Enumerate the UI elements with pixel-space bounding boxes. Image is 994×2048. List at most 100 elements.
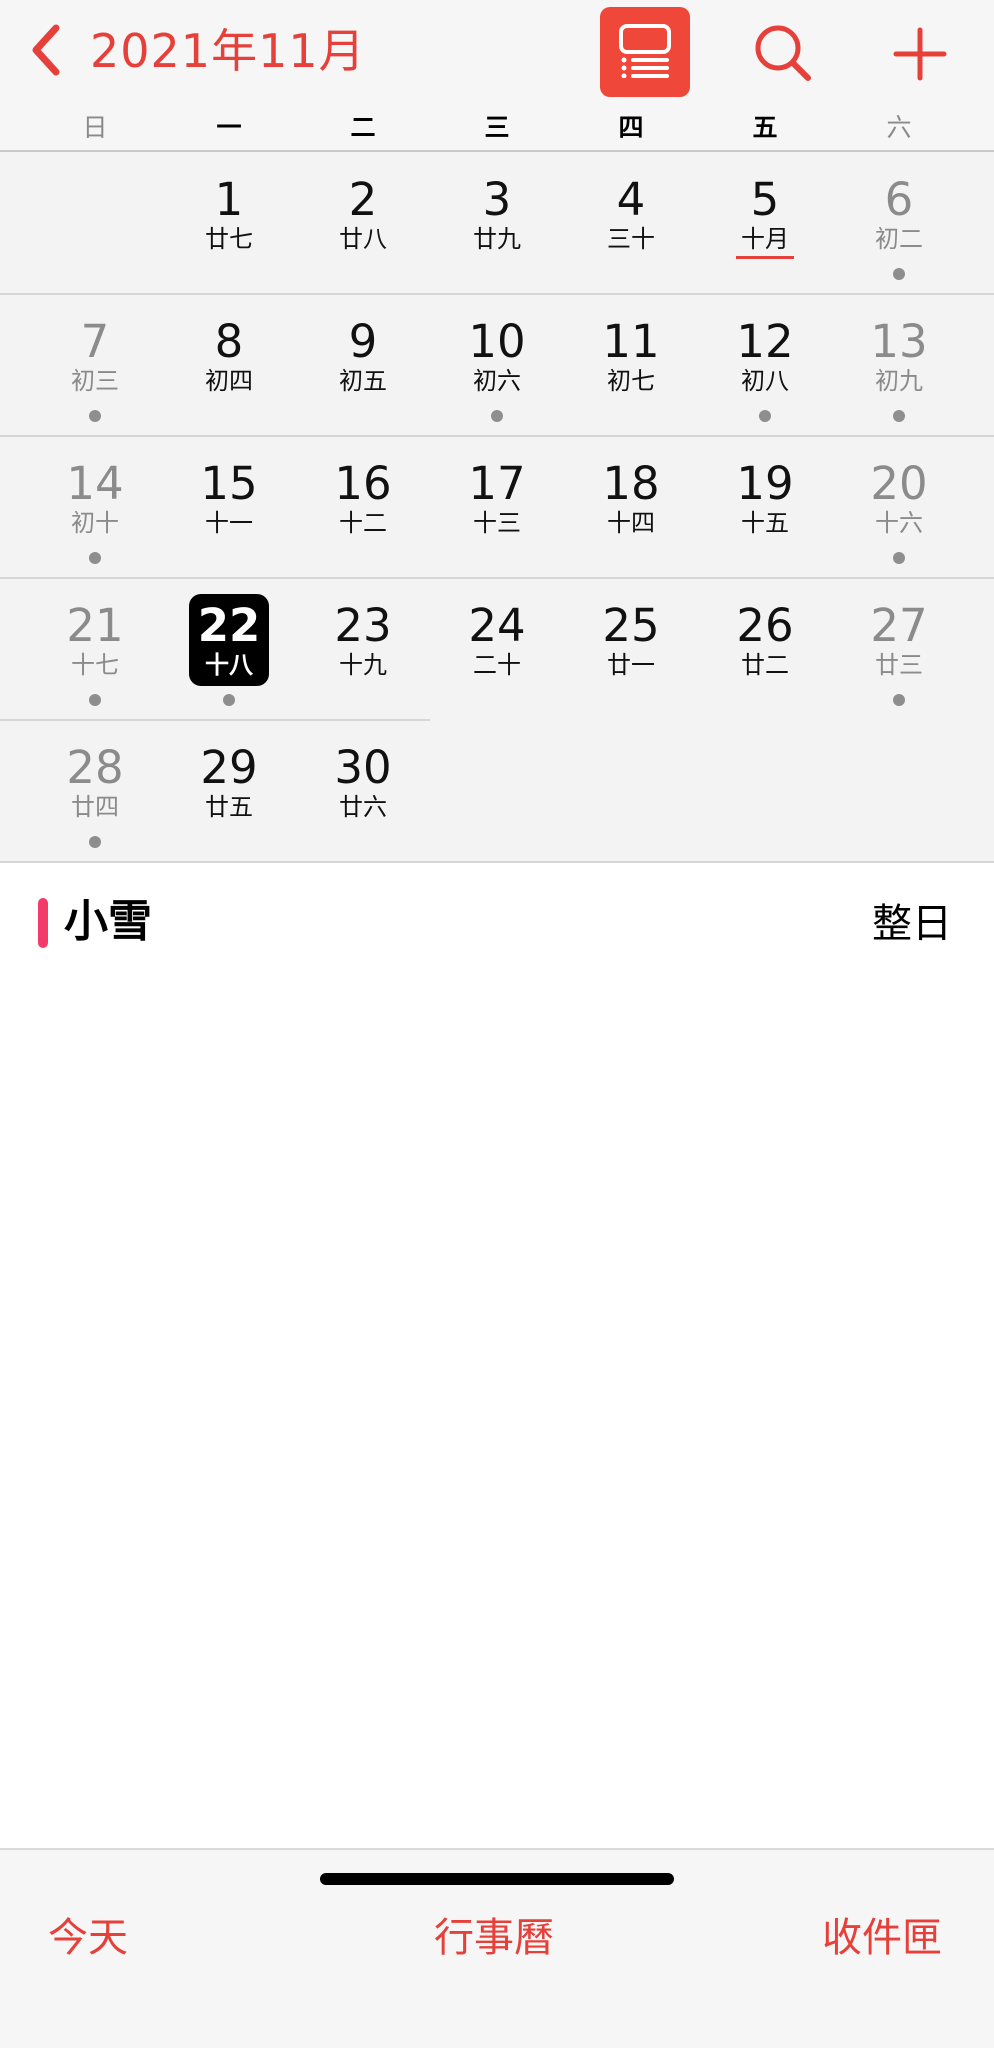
event-dot — [89, 552, 101, 564]
list-view-icon — [615, 22, 675, 82]
day-number: 11 — [602, 315, 660, 368]
add-event-button[interactable] — [884, 18, 956, 90]
home-indicator[interactable] — [320, 1873, 674, 1885]
lunar-date: 廿八 — [339, 225, 387, 253]
weekday-label: 三 — [484, 113, 510, 142]
weekday-label: 日 — [82, 113, 108, 142]
day-cell[interactable]: 5 十月 — [698, 152, 832, 294]
day-cell[interactable]: 4 三十 — [564, 152, 698, 294]
lunar-date: 初九 — [875, 367, 923, 395]
row-divider — [0, 861, 994, 863]
day-number: 25 — [602, 599, 660, 652]
day-number: 23 — [334, 599, 392, 652]
lunar-date: 十七 — [71, 651, 119, 679]
day-number: 9 — [348, 315, 378, 368]
day-number: 18 — [602, 457, 660, 510]
event-item[interactable]: 小雪 整日 — [0, 880, 994, 964]
day-cell[interactable]: 2 廿八 — [296, 152, 430, 294]
lunar-date: 廿九 — [473, 225, 521, 253]
day-cell[interactable]: 7 初三 — [28, 294, 162, 436]
day-cell[interactable]: 1 廿七 — [162, 152, 296, 294]
day-number: 14 — [66, 457, 124, 510]
lunar-date: 廿二 — [741, 651, 789, 679]
lunar-date: 廿六 — [339, 793, 387, 821]
day-number: 12 — [736, 315, 794, 368]
day-cell[interactable]: 14 初十 — [28, 436, 162, 578]
week-row: 28 廿四 29 廿五 30 廿六 — [0, 720, 994, 862]
lunar-date: 十三 — [473, 509, 521, 537]
day-number: 27 — [870, 599, 928, 652]
day-cell[interactable]: 6 初二 — [832, 152, 966, 294]
day-cell[interactable]: 30 廿六 — [296, 720, 430, 862]
lunar-date: 十五 — [741, 509, 789, 537]
event-dot — [491, 410, 503, 422]
event-dot — [223, 694, 235, 706]
weekday-label: 六 — [886, 113, 912, 142]
lunar-date: 初六 — [473, 367, 521, 395]
day-cell[interactable]: 15 十一 — [162, 436, 296, 578]
weekday-label: 一 — [216, 113, 242, 142]
day-cell-selected[interactable]: 22 十八 — [162, 578, 296, 720]
day-cell[interactable]: 11 初七 — [564, 294, 698, 436]
event-color-bar — [38, 898, 48, 948]
day-number: 16 — [334, 457, 392, 510]
day-number: 29 — [200, 741, 258, 794]
back-button[interactable] — [28, 22, 64, 82]
day-cell[interactable]: 21 十七 — [28, 578, 162, 720]
day-number: 3 — [482, 173, 512, 226]
inbox-button[interactable]: 收件匣 — [822, 1910, 942, 1966]
event-dot — [89, 694, 101, 706]
day-cell[interactable]: 13 初九 — [832, 294, 966, 436]
lunar-date: 廿四 — [71, 793, 119, 821]
day-cell[interactable]: 25 廿一 — [564, 578, 698, 720]
day-number: 26 — [736, 599, 794, 652]
event-title: 小雪 — [64, 896, 152, 947]
today-button[interactable]: 今天 — [48, 1910, 128, 1966]
day-number: 7 — [80, 315, 110, 368]
day-cell[interactable]: 17 十三 — [430, 436, 564, 578]
day-number: 4 — [616, 173, 646, 226]
day-cell[interactable]: 29 廿五 — [162, 720, 296, 862]
event-dot — [89, 410, 101, 422]
day-number: 17 — [468, 457, 526, 510]
week-row: 14 初十 15 十一 16 十二 17 十三 18 十四 19 十五 20 十六 — [0, 436, 994, 578]
day-cell[interactable]: 26 廿二 — [698, 578, 832, 720]
calendars-button[interactable]: 行事曆 — [434, 1910, 554, 1966]
event-dot — [893, 410, 905, 422]
lunar-date: 廿五 — [205, 793, 253, 821]
lunar-date: 十二 — [339, 509, 387, 537]
day-cell[interactable]: 27 廿三 — [832, 578, 966, 720]
day-cell[interactable]: 3 廿九 — [430, 152, 564, 294]
day-number: 28 — [66, 741, 124, 794]
day-number: 24 — [468, 599, 526, 652]
search-icon — [748, 25, 820, 94]
day-cell[interactable]: 16 十二 — [296, 436, 430, 578]
event-dot — [893, 694, 905, 706]
day-cell[interactable]: 12 初八 — [698, 294, 832, 436]
day-cell[interactable]: 24 二十 — [430, 578, 564, 720]
day-cell[interactable]: 10 初六 — [430, 294, 564, 436]
weekday-label: 五 — [752, 113, 778, 142]
lunar-date: 十八 — [205, 651, 253, 679]
search-button[interactable] — [748, 18, 820, 90]
list-view-button[interactable] — [600, 7, 690, 97]
lunar-date: 十四 — [607, 509, 655, 537]
day-number: 30 — [334, 741, 392, 794]
week-row: 7 初三 8 初四 9 初五 10 初六 11 初七 12 初八 13 初九 — [0, 294, 994, 436]
day-cell[interactable]: 9 初五 — [296, 294, 430, 436]
weekday-header: 日 一 二 三 四 五 六 — [0, 108, 994, 148]
day-number: 6 — [884, 173, 914, 226]
day-cell[interactable]: 19 十五 — [698, 436, 832, 578]
plus-icon — [884, 27, 956, 94]
header: 2021年11月 日 一 二 三 四 五 六 — [0, 0, 994, 152]
chevron-left-icon — [28, 22, 64, 82]
day-number: 21 — [66, 599, 124, 652]
day-number: 8 — [214, 315, 244, 368]
lunar-date: 廿三 — [875, 651, 923, 679]
day-cell[interactable]: 18 十四 — [564, 436, 698, 578]
month-title[interactable]: 2021年11月 — [90, 18, 366, 84]
day-cell[interactable]: 23 十九 — [296, 578, 430, 720]
day-cell[interactable]: 28 廿四 — [28, 720, 162, 862]
day-cell[interactable]: 20 十六 — [832, 436, 966, 578]
day-cell[interactable]: 8 初四 — [162, 294, 296, 436]
